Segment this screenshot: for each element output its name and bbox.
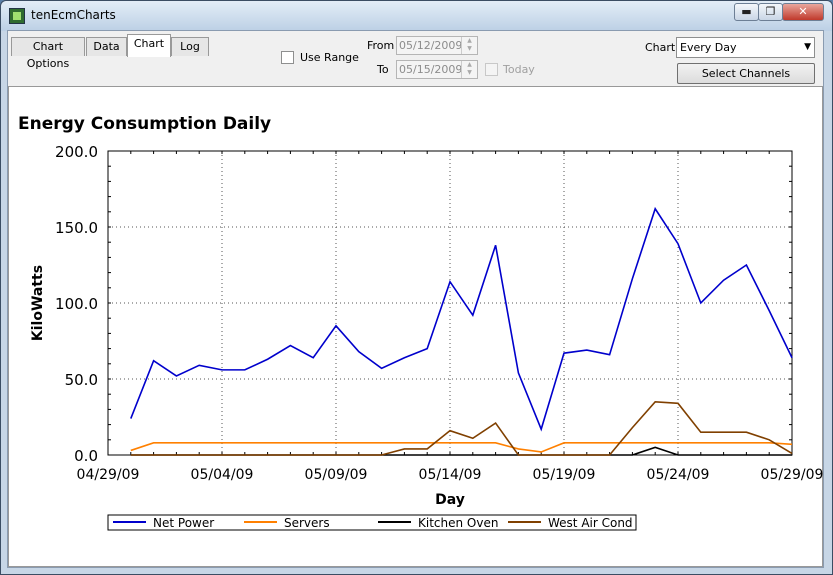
y-tick-label: 200.0 <box>55 143 98 161</box>
x-tick-label: 05/29/09 <box>761 467 824 483</box>
series-line-servers <box>130 442 793 453</box>
line-chart: 0.0 50.0 100.0 150.0 200.0 04/29/09 05/04/09 05… <box>30 143 824 531</box>
series-line-west-air-cond <box>130 400 793 456</box>
series-line-net-power <box>130 206 793 432</box>
series-line-kitchen-oven <box>130 446 792 456</box>
legend-entry: Kitchen Oven <box>418 516 498 530</box>
x-axis-label: Day <box>435 492 465 508</box>
x-tick-label: 05/14/09 <box>419 467 482 483</box>
y-tick-label: 0.0 <box>74 447 98 465</box>
legend-entry: West Air Cond <box>548 516 633 530</box>
y-axis-label: KiloWatts <box>30 265 46 341</box>
x-tick-label: 04/29/09 <box>77 467 140 483</box>
y-tick-label: 150.0 <box>55 219 98 237</box>
y-tick-label: 50.0 <box>65 371 98 389</box>
x-tick-label: 05/19/09 <box>533 467 596 483</box>
x-tick-label: 05/04/09 <box>191 467 254 483</box>
legend-entry: Servers <box>284 516 330 530</box>
y-tick-label: 100.0 <box>55 295 98 313</box>
x-tick-label: 05/24/09 <box>647 467 710 483</box>
x-tick-label: 05/09/09 <box>305 467 368 483</box>
legend-entry: Net Power <box>153 516 214 530</box>
